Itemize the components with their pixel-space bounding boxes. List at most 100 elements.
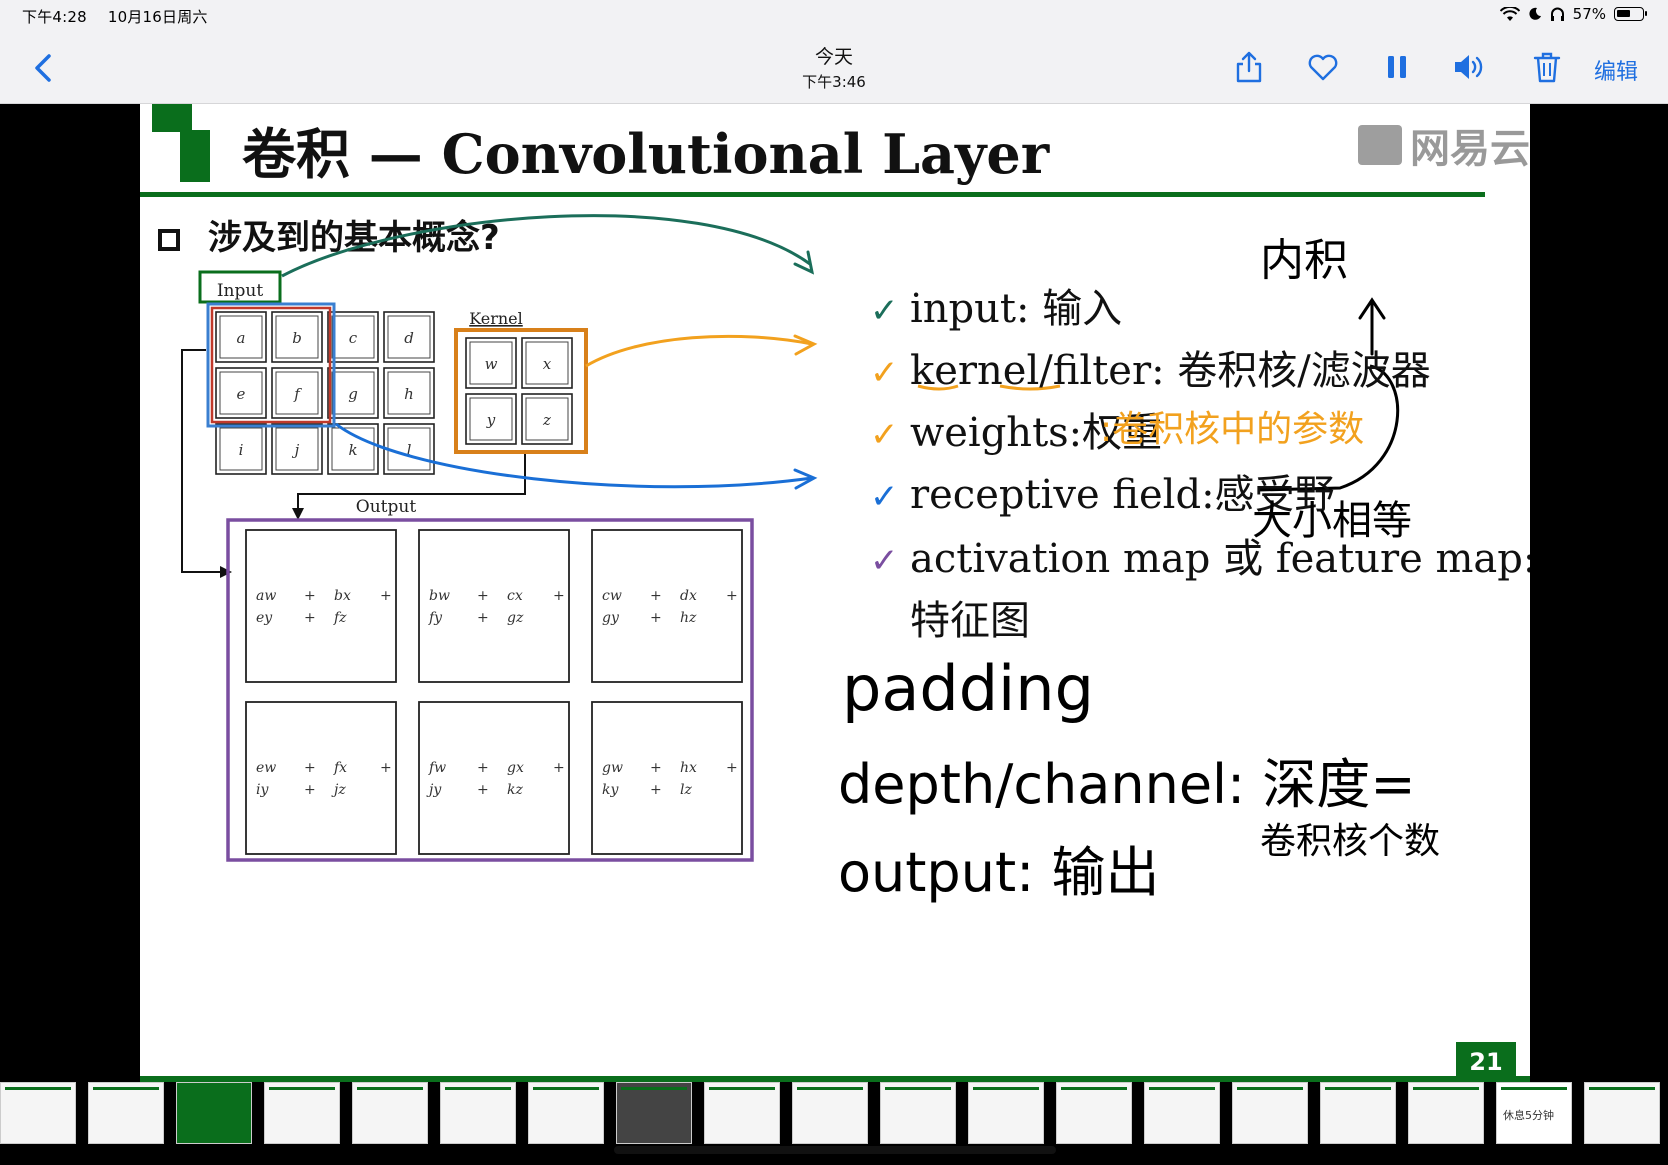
depth-sub-note: 卷积核个数 (1260, 821, 1441, 862)
thumbnail-strip[interactable]: 休息5分钟 (0, 1082, 1668, 1144)
thumbnail-header (709, 1087, 775, 1090)
plus-sign: + (650, 760, 662, 776)
check-icon: ✓ (870, 541, 899, 581)
output-grid: aw + bx + ey + fz bw + cx + fy + gz cw + dx + gy + hz ew + fx + i… (245, 529, 743, 855)
input-cell-label: k (348, 441, 357, 459)
top-bar: 下午4:28 10月16日周六 57% 今天 下午3:46 编辑 (0, 0, 1668, 104)
output-cell (418, 529, 570, 683)
output-frame (226, 518, 754, 862)
input-label: Input (217, 281, 263, 301)
output-cell (591, 529, 743, 683)
check-icon: ✓ (870, 353, 899, 393)
plus-sign: + (553, 760, 565, 776)
slide-thumbnail[interactable] (528, 1082, 604, 1144)
input-cell-label: j (292, 441, 300, 459)
output-term: jy (426, 782, 442, 798)
plus-sign: + (726, 588, 738, 604)
bullet-input: ✓ input: 输入 (870, 286, 1123, 332)
kernel-cell-label: x (543, 355, 552, 373)
kernel-cell-label: z (542, 411, 551, 429)
thumbnail-header (533, 1087, 599, 1090)
thumbnail-header (1413, 1087, 1479, 1090)
top-note: 内积 (1260, 235, 1348, 286)
kernel-annotation-arrow (585, 334, 813, 368)
slide-thumbnail[interactable] (880, 1082, 956, 1144)
output-term: dx (680, 588, 697, 604)
weights-note: :卷积核中的参数 (1100, 409, 1365, 450)
slide-thumbnail[interactable] (1144, 1082, 1220, 1144)
input-cell-label: i (239, 441, 244, 459)
input-annotation-arrow (281, 214, 811, 278)
heart-icon[interactable] (1306, 50, 1340, 84)
arrowhead-orange-icon (793, 334, 818, 356)
thumbnail-header (445, 1087, 511, 1090)
thumbnail-header (269, 1087, 335, 1090)
output-term: hx (680, 760, 697, 776)
slide-thumbnail[interactable] (1584, 1082, 1660, 1144)
plus-sign: + (650, 610, 662, 626)
toolbar-subtitle: 下午3:46 (802, 73, 866, 91)
plus-sign: + (726, 760, 738, 776)
slide-thumbnail[interactable] (352, 1082, 428, 1144)
slide-thumbnail[interactable] (704, 1082, 780, 1144)
trash-icon[interactable] (1530, 50, 1564, 84)
thumbnail-header (885, 1087, 951, 1090)
thumbnail-header (357, 1087, 423, 1090)
slide-thumbnail[interactable] (176, 1082, 252, 1144)
edit-button[interactable]: 编辑 (1594, 54, 1638, 86)
input-cell-label: g (348, 385, 358, 403)
depth-note: depth/channel: 深度= (838, 753, 1416, 816)
slide-thumbnail[interactable] (440, 1082, 516, 1144)
slide-thumbnail[interactable] (1408, 1082, 1484, 1144)
plus-sign: + (477, 588, 489, 604)
output-term: ew (256, 760, 276, 776)
slide-thumbnail[interactable] (968, 1082, 1044, 1144)
input-cell-label: d (404, 329, 414, 347)
output-term: lz (680, 782, 692, 798)
thumbnail-header (5, 1087, 71, 1090)
back-button[interactable] (30, 52, 58, 84)
battery-percent: 57% (1572, 5, 1606, 23)
output-cell (591, 701, 743, 855)
slide-thumbnail[interactable] (1320, 1082, 1396, 1144)
share-icon[interactable] (1232, 50, 1266, 84)
screen: 下午4:28 10月16日周六 57% 今天 下午3:46 编辑 卷积 — Co… (0, 0, 1668, 1165)
output-term: gx (507, 760, 524, 776)
slide-thumbnail[interactable] (1056, 1082, 1132, 1144)
output-term: gz (507, 610, 524, 626)
thumbnail-header (1325, 1087, 1391, 1090)
output-term: hz (680, 610, 697, 626)
slide-thumbnail[interactable]: 休息5分钟 (1496, 1082, 1572, 1144)
battery-icon (1614, 7, 1647, 21)
input-cell-label: h (404, 385, 414, 403)
output-term: iy (256, 782, 269, 798)
bullet-kernel: ✓ kernel/filter: 卷积核/滤波器 (870, 348, 1431, 394)
slide-thumbnail[interactable] (616, 1082, 692, 1144)
slide-thumbnail[interactable] (1232, 1082, 1308, 1144)
output-term: fz (333, 610, 347, 626)
kernel-frame (454, 328, 588, 454)
bullet-feature-map-cont: 特征图 (910, 598, 1030, 644)
check-icon: ✓ (870, 477, 899, 517)
bullet-activation-map: ✓ activation map 或 feature map: (870, 536, 1530, 582)
input-cell-label: b (292, 329, 302, 347)
arrowhead-down-icon (292, 508, 304, 520)
slide-thumbnail[interactable] (0, 1082, 76, 1144)
home-indicator[interactable] (614, 1146, 1056, 1154)
plus-sign: + (304, 760, 316, 776)
pause-icon[interactable] (1380, 50, 1414, 84)
output-term: cw (602, 588, 622, 604)
output-cell (418, 701, 570, 855)
receptive-field-highlight-blue (206, 302, 336, 428)
output-term: jz (331, 782, 346, 798)
arrowhead-right-icon (220, 566, 232, 578)
slide-thumbnail[interactable] (264, 1082, 340, 1144)
plus-sign: + (477, 782, 489, 798)
toolbar-title: 今天 (814, 46, 853, 68)
thumbnail-header (1501, 1087, 1567, 1090)
slide-thumbnail[interactable] (792, 1082, 868, 1144)
speaker-icon[interactable] (1452, 50, 1486, 84)
status-date: 10月16日周六 (107, 8, 208, 26)
break-thumbnail-label: 休息5分钟 (1503, 1109, 1554, 1122)
slide-thumbnail[interactable] (88, 1082, 164, 1144)
